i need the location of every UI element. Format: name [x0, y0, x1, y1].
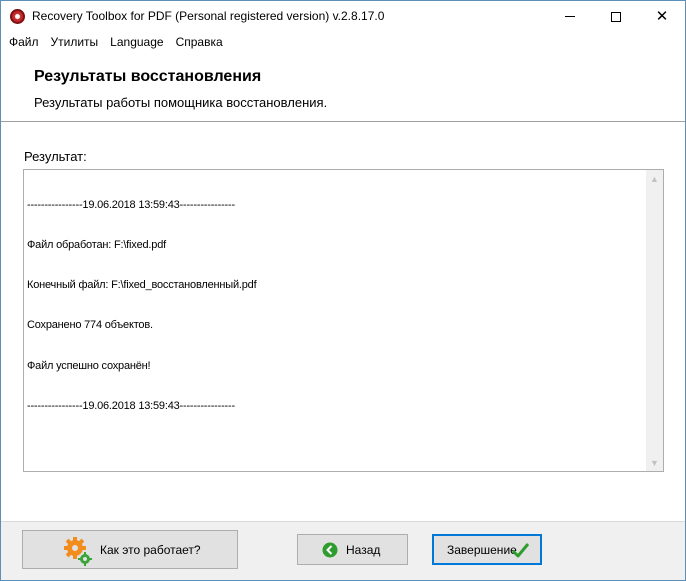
main-content: Результат: ----------------19.06.2018 13…	[1, 123, 685, 521]
log-line: Файл успешно сохранён!	[27, 359, 151, 372]
result-log: ----------------19.06.2018 13:59:43-----…	[25, 171, 645, 441]
vertical-scrollbar[interactable]: ▲ ▼	[646, 170, 663, 471]
scroll-up-icon[interactable]: ▲	[646, 170, 663, 187]
log-line: Конечный файл: F:\fixed_восстановленный.…	[27, 279, 257, 292]
finish-button[interactable]: Завершение	[432, 534, 542, 565]
log-line: Сохранено 774 объектов.	[27, 319, 153, 332]
result-textarea[interactable]: ----------------19.06.2018 13:59:43-----…	[23, 169, 664, 472]
result-label: Результат:	[24, 149, 87, 164]
page-subtitle: Результаты работы помощника восстановлен…	[34, 95, 328, 110]
maximize-icon	[611, 11, 621, 22]
close-icon: ✕	[655, 7, 669, 25]
scroll-down-icon[interactable]: ▼	[646, 454, 663, 471]
title-bar[interactable]: Recovery Toolbox for PDF (Personal regis…	[1, 1, 685, 32]
log-line: ----------------19.06.2018 13:59:43-----…	[27, 399, 235, 412]
app-window: Recovery Toolbox for PDF (Personal regis…	[0, 0, 686, 581]
checkmark-icon	[511, 543, 530, 558]
back-label: Назад	[346, 542, 381, 557]
minimize-button[interactable]	[547, 1, 593, 32]
menu-utilities[interactable]: Утилиты	[45, 32, 105, 52]
menu-help[interactable]: Справка	[170, 32, 229, 52]
finish-label: Завершение	[447, 542, 517, 557]
gears-icon	[64, 537, 92, 566]
page-title: Результаты восстановления	[34, 68, 262, 85]
log-line: ----------------19.06.2018 13:59:43-----…	[27, 198, 235, 211]
minimize-icon	[565, 16, 575, 17]
menu-bar: Файл Утилиты Language Справка	[1, 32, 685, 52]
back-arrow-icon	[322, 542, 338, 558]
how-it-works-button[interactable]: Как это работает?	[22, 530, 238, 569]
log-line: Файл обработан: F:\fixed.pdf	[27, 239, 166, 252]
app-logo-icon[interactable]	[10, 9, 25, 24]
close-button[interactable]: ✕	[639, 1, 685, 32]
wizard-header: Результаты восстановления Результаты раб…	[1, 52, 685, 122]
window-title: Recovery Toolbox for PDF (Personal regis…	[32, 9, 385, 23]
back-button[interactable]: Назад	[297, 534, 408, 565]
menu-file[interactable]: Файл	[3, 32, 45, 52]
menu-language[interactable]: Language	[104, 32, 169, 52]
maximize-button[interactable]	[593, 1, 639, 32]
wizard-footer: Как это работает? Назад Завершение	[1, 521, 685, 580]
how-it-works-label: Как это работает?	[100, 542, 201, 557]
